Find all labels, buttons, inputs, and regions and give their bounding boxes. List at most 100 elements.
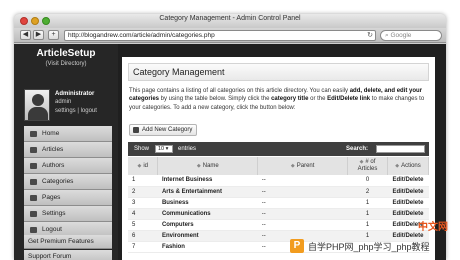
watermark: P 自学PHP网_php学习_php教程 (290, 236, 460, 256)
back-button[interactable]: ◀ (20, 30, 31, 40)
cell-name[interactable]: Business (157, 197, 258, 209)
watermark-logo: P (290, 239, 304, 253)
cell-id: 5 (128, 219, 158, 231)
cell-articles: 1 (347, 208, 388, 220)
articles-icon (30, 147, 37, 153)
cell-name[interactable]: Communications (157, 208, 258, 220)
sidebar-item-settings[interactable]: Settings (24, 206, 112, 222)
authors-icon (30, 163, 37, 169)
column-header-id[interactable]: ◆ id (128, 157, 159, 175)
main-content: Category Management This page contains a… (122, 57, 435, 260)
column-header-name[interactable]: ◆ Name (157, 157, 259, 175)
sidebar-item-authors[interactable]: Authors (24, 158, 112, 174)
avatar (24, 89, 50, 121)
cell-parent: -- (257, 208, 348, 220)
page-title: Category Management (128, 63, 429, 81)
watermark-corner: 中文网 (418, 222, 448, 233)
sidebar-item-categories[interactable]: Categories (24, 174, 112, 190)
table-search-input[interactable] (376, 145, 425, 153)
browser-window: Category Management - Admin Control Pane… (14, 14, 446, 260)
sidebar-nav: Home Articles Authors Categories Pages S… (24, 126, 112, 238)
visit-directory-link[interactable]: (Visit Directory) (14, 61, 118, 67)
add-icon (133, 127, 139, 133)
user-profile: Administrator admin settings | logout (24, 89, 112, 123)
search-icon: ⌕ (385, 32, 389, 39)
desc-bold-2: category title (271, 96, 309, 103)
table-controls: Show 10 ▾ entries Search: (128, 142, 429, 156)
add-category-label: Add New Category (142, 127, 193, 133)
sidebar-item-label: Authors (42, 162, 65, 169)
address-bar[interactable]: http://blogandrew.com/article/admin/cate… (64, 30, 376, 41)
cell-name[interactable]: Arts & Entertainment (157, 186, 258, 198)
title-bar: Category Management - Admin Control Pane… (14, 14, 446, 28)
table-row: 2 Arts & Entertainment -- 2 Edit/Delete (128, 186, 429, 198)
desc-bold-3: Edit/Delete link (327, 96, 371, 103)
add-bookmark-button[interactable]: + (48, 30, 59, 40)
cell-actions[interactable]: Edit/Delete (387, 175, 429, 187)
sidebar-item-label: Articles (42, 146, 64, 153)
sort-icon: ◆ (137, 162, 142, 169)
cell-name[interactable]: Fashion (157, 241, 258, 253)
desc-text-2: by using the table below. Simply click t… (159, 96, 272, 103)
cell-name[interactable]: Internet Business (157, 175, 258, 187)
cell-articles: 1 (347, 219, 388, 231)
reload-icon[interactable]: ↻ (367, 31, 373, 40)
sort-icon: ◆ (290, 162, 295, 169)
cell-name[interactable]: Environment (157, 230, 258, 242)
cell-actions[interactable]: Edit/Delete (387, 197, 429, 209)
page-description: This page contains a listing of all cate… (129, 87, 429, 112)
cell-parent: -- (257, 219, 348, 231)
cell-articles: 1 (347, 197, 388, 209)
sort-icon: ◆ (196, 162, 201, 169)
cell-id: 1 (128, 175, 158, 187)
get-premium-link[interactable]: Get Premium Features (24, 235, 112, 249)
profile-name: Administrator (55, 91, 95, 97)
sidebar-item-label: Categories (42, 178, 74, 185)
table-row: 5 Computers -- 1 Edit/Delete (128, 219, 429, 231)
sidebar-item-label: Logout (42, 226, 62, 233)
cell-parent: -- (257, 186, 348, 198)
browser-toolbar: ◀ ▶ + http://blogandrew.com/article/admi… (14, 28, 446, 43)
table-row: 3 Business -- 1 Edit/Delete (128, 197, 429, 209)
brand-title[interactable]: ArticleSetup (14, 48, 118, 59)
admin-page: ArticleSetup (Visit Directory) Administr… (14, 44, 446, 260)
column-header-actions[interactable]: ◆ Actions (387, 157, 430, 175)
profile-links[interactable]: settings | logout (55, 108, 97, 114)
logout-icon (30, 227, 37, 233)
cell-id: 7 (128, 241, 158, 253)
column-header-articles[interactable]: ◆ # of Articles (347, 157, 388, 175)
support-forum-link[interactable]: Support Forum (24, 250, 112, 260)
cell-parent: -- (257, 197, 348, 209)
sidebar-item-label: Settings (42, 210, 66, 217)
entries-label: entries (178, 146, 197, 152)
sidebar-item-label: Pages (42, 194, 61, 201)
browser-search-input[interactable]: ⌕ Google (380, 30, 442, 41)
sidebar: ArticleSetup (Visit Directory) Administr… (14, 44, 118, 260)
profile-role: admin (55, 99, 72, 105)
cell-id: 4 (128, 208, 158, 220)
cell-parent: -- (257, 175, 348, 187)
sort-icon: ◆ (395, 162, 400, 169)
desc-text-1: This page contains a listing of all cate… (129, 88, 350, 94)
sidebar-item-articles[interactable]: Articles (24, 142, 112, 158)
entries-select[interactable]: 10 ▾ (155, 145, 173, 153)
forward-button[interactable]: ▶ (33, 30, 44, 40)
table-row: 1 Internet Business -- 0 Edit/Delete (128, 175, 429, 187)
gear-icon (30, 211, 37, 217)
add-category-button[interactable]: Add New Category (129, 124, 197, 136)
cell-id: 3 (128, 197, 158, 209)
cell-id: 6 (128, 230, 158, 242)
cell-name[interactable]: Computers (157, 219, 258, 231)
window-title: Category Management - Admin Control Pane… (159, 15, 301, 22)
cell-articles: 2 (347, 186, 388, 198)
sidebar-item-pages[interactable]: Pages (24, 190, 112, 206)
table-row: 4 Communications -- 1 Edit/Delete (128, 208, 429, 220)
cell-id: 2 (128, 186, 158, 198)
categories-icon (30, 179, 37, 185)
cell-actions[interactable]: Edit/Delete (387, 186, 429, 198)
sidebar-item-label: Home (42, 130, 60, 137)
sort-icon: ◆ (359, 159, 364, 165)
browser-search-placeholder: Google (390, 32, 412, 39)
column-header-parent[interactable]: ◆ Parent (257, 157, 349, 175)
sidebar-item-home[interactable]: Home (24, 126, 112, 142)
